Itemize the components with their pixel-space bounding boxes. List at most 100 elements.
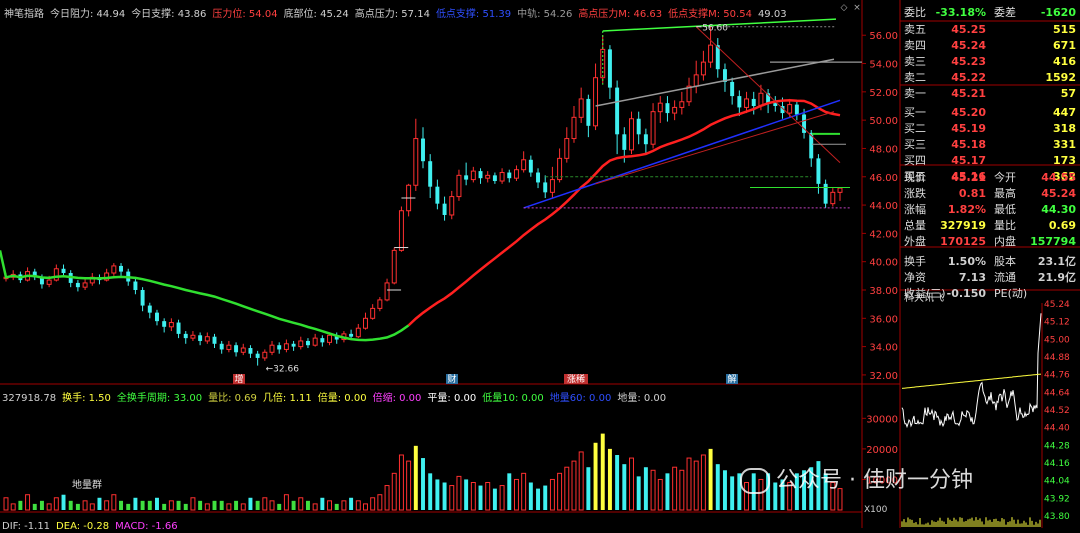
weibi-label: 委比 bbox=[904, 6, 926, 19]
ask-label: 卖四 bbox=[904, 39, 926, 52]
volume-bar bbox=[341, 500, 347, 511]
volume-bar bbox=[377, 494, 383, 511]
candle-body bbox=[564, 138, 570, 159]
price-tick-label: 36.00 bbox=[869, 314, 898, 325]
bid-price: 45.19 bbox=[951, 122, 986, 135]
event-tag-label: 财 bbox=[447, 373, 456, 385]
volume-bar bbox=[549, 478, 555, 511]
volume-bar bbox=[513, 478, 519, 511]
volume-bar bbox=[53, 497, 59, 511]
candle-body bbox=[53, 268, 59, 281]
volume-bar bbox=[464, 479, 469, 510]
stat-row[interactable]: 涨幅 1.82% 最低 44.30 bbox=[902, 202, 1078, 218]
bid-label: 买二 bbox=[904, 122, 926, 135]
volume-bar bbox=[183, 503, 188, 510]
candle-body bbox=[255, 353, 260, 358]
volume-bar bbox=[305, 500, 310, 510]
stat-row[interactable]: 现价 45.21 今开 44.55 bbox=[902, 170, 1078, 186]
ask-volume: 671 bbox=[1053, 39, 1076, 52]
ask-row[interactable]: 卖二 45.22 1592 bbox=[902, 70, 1078, 86]
stat-row[interactable]: 换手 1.50% 股本 23.1亿 bbox=[902, 254, 1078, 270]
stat-value: 45.24 bbox=[1041, 187, 1076, 200]
intraday-axis-label: 44.28 bbox=[1044, 441, 1070, 451]
stat-label: 量比 bbox=[994, 219, 1016, 232]
stat-value: 0.81 bbox=[958, 187, 986, 200]
ask-price: 45.22 bbox=[951, 71, 986, 84]
volume-bar bbox=[89, 503, 95, 511]
indicator-item: 平量: 0.00 bbox=[427, 393, 477, 404]
candle-body bbox=[636, 118, 641, 135]
volume-bar bbox=[622, 464, 627, 510]
candle-body bbox=[549, 179, 555, 193]
volume-bar bbox=[262, 497, 268, 511]
weibi-row[interactable]: 委比 -33.18% 委差 -1620 bbox=[902, 5, 1078, 21]
price-tick-label: 32.00 bbox=[869, 371, 898, 382]
candle-body bbox=[470, 170, 476, 181]
candle-body bbox=[298, 340, 304, 348]
stat-value: 1.82% bbox=[947, 203, 986, 216]
candle-body bbox=[464, 175, 469, 180]
price-tick-label: 38.00 bbox=[869, 286, 898, 297]
volume-bar bbox=[449, 485, 455, 511]
stock-terminal: 神笔指路 今日阻力: 44.94 今日支撑: 43.86 压力位: 54.04 底部位:… bbox=[0, 0, 1080, 532]
stat-row[interactable]: 外盘 170125 内盘 157794 bbox=[902, 234, 1078, 250]
volume-bar bbox=[283, 494, 289, 511]
candle-body bbox=[499, 172, 505, 182]
volume-bar bbox=[722, 470, 727, 510]
volume-note: 地量群 bbox=[72, 480, 102, 491]
intraday-axis-label: 44.52 bbox=[1044, 406, 1070, 416]
volume-bar bbox=[255, 500, 260, 510]
candle-body bbox=[46, 279, 52, 285]
stat-value: 21.9亿 bbox=[1037, 271, 1076, 284]
wechat-icon bbox=[740, 468, 770, 494]
candle-body bbox=[543, 182, 548, 193]
bid-price: 45.17 bbox=[951, 154, 986, 167]
stat-label: PE(动) bbox=[994, 287, 1028, 300]
ask-row[interactable]: 卖三 45.23 416 bbox=[902, 54, 1078, 70]
candle-body bbox=[700, 61, 706, 76]
stat-label: 净资 bbox=[904, 271, 926, 284]
candle-body bbox=[155, 312, 159, 322]
volume-bar bbox=[18, 500, 23, 510]
volume-bar bbox=[543, 485, 548, 510]
stat-row[interactable]: 总量 327919 量比 0.69 bbox=[902, 218, 1078, 234]
volume-bar bbox=[363, 503, 368, 511]
volume-bar bbox=[82, 500, 88, 511]
low-annotation: ←32.66 bbox=[266, 365, 300, 375]
volume-bar bbox=[168, 500, 174, 511]
bid-row[interactable]: 买四 45.17 173 bbox=[902, 153, 1078, 169]
event-tag-label: 涨稀 bbox=[567, 373, 585, 385]
candle-body bbox=[507, 172, 512, 179]
candle-body bbox=[384, 282, 390, 301]
candle-body bbox=[283, 343, 289, 350]
ask-row[interactable]: 卖一 45.21 57 bbox=[902, 86, 1078, 102]
candle-body bbox=[478, 171, 483, 179]
candle-body bbox=[320, 338, 325, 343]
indicator-item: 327918.78 bbox=[2, 393, 57, 404]
ask-price: 45.23 bbox=[951, 55, 986, 68]
candle-body bbox=[61, 268, 66, 274]
ask-label: 卖二 bbox=[904, 71, 926, 84]
indicator-item: 低量10: 0.00 bbox=[482, 393, 544, 404]
ask-label: 卖一 bbox=[904, 87, 926, 100]
bid-price: 45.20 bbox=[951, 106, 986, 119]
stat-row[interactable]: 净资 7.13 流通 21.9亿 bbox=[902, 270, 1078, 286]
bid-row[interactable]: 买二 45.19 318 bbox=[902, 121, 1078, 137]
candle-body bbox=[794, 104, 799, 115]
ask-row[interactable]: 卖五 45.25 515 bbox=[902, 22, 1078, 38]
candle-body bbox=[513, 169, 519, 179]
bid-row[interactable]: 买三 45.18 331 bbox=[902, 137, 1078, 153]
indicator-item: 倍量: 0.00 bbox=[317, 393, 367, 404]
candle-body bbox=[111, 265, 117, 274]
candle-body bbox=[816, 158, 821, 184]
ask-row[interactable]: 卖四 45.24 671 bbox=[902, 38, 1078, 54]
bid-row[interactable]: 买一 45.20 447 bbox=[902, 105, 1078, 121]
indicator-item: 倍缩: 0.00 bbox=[372, 393, 422, 404]
candle-body bbox=[536, 172, 541, 183]
stat-row[interactable]: 涨跌 0.81 最高 45.24 bbox=[902, 186, 1078, 202]
ask-price: 45.21 bbox=[951, 87, 986, 100]
candle-body bbox=[708, 44, 714, 63]
volume-bar bbox=[327, 500, 333, 511]
volume-bar bbox=[155, 497, 159, 510]
candle-body bbox=[377, 299, 383, 309]
